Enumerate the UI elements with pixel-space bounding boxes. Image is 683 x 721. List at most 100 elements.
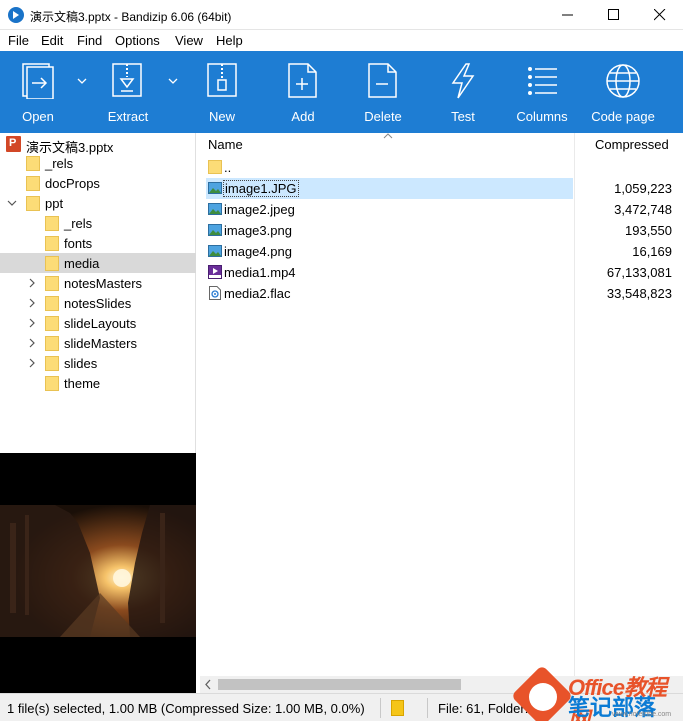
- columns-button[interactable]: Columns: [510, 51, 574, 133]
- image-icon: [208, 203, 222, 215]
- chevron-down-icon[interactable]: [7, 198, 17, 208]
- minimize-button[interactable]: [545, 0, 591, 30]
- table-row[interactable]: image1.JPG 1,059,223: [206, 178, 672, 199]
- file-name: image3.png: [224, 223, 292, 238]
- file-compressed-size: 1,059,223: [614, 181, 672, 196]
- powerpoint-file-icon: P: [6, 136, 21, 152]
- folder-icon: [45, 236, 59, 251]
- table-row[interactable]: media1.mp4 67,133,081: [206, 262, 672, 283]
- archive-icon: [391, 700, 404, 716]
- file-compressed-size: 3,472,748: [614, 202, 672, 217]
- folder-icon: [45, 336, 59, 351]
- add-button[interactable]: Add: [271, 51, 335, 133]
- open-icon: [22, 63, 54, 99]
- code-page-button[interactable]: Code page: [586, 51, 660, 133]
- file-name: media1.mp4: [224, 265, 296, 280]
- lightning-icon: [451, 63, 475, 99]
- maximize-button[interactable]: [591, 0, 637, 30]
- folder-icon: [26, 176, 40, 191]
- tree-item-ppt-rels[interactable]: _rels: [0, 213, 196, 233]
- list-item-parent-folder[interactable]: ..: [206, 157, 672, 178]
- menu-file[interactable]: File: [8, 33, 29, 48]
- folder-icon: [26, 196, 40, 211]
- menu-options[interactable]: Options: [115, 33, 160, 48]
- audio-icon: [209, 286, 221, 300]
- table-row[interactable]: image4.png 16,169: [206, 241, 672, 262]
- chevron-right-icon[interactable]: [27, 278, 37, 288]
- file-compressed-size: 33,548,823: [606, 286, 672, 301]
- open-button[interactable]: Open: [6, 51, 70, 133]
- tree-item-notesslides[interactable]: notesSlides: [0, 293, 196, 313]
- close-button[interactable]: [637, 0, 683, 30]
- scrollbar-thumb[interactable]: [218, 679, 461, 690]
- status-divider: [427, 698, 428, 718]
- tree-item-media[interactable]: media: [0, 253, 196, 273]
- columns-list-icon: [528, 67, 557, 95]
- table-row[interactable]: media2.flac 33,548,823: [206, 283, 672, 304]
- chevron-right-icon[interactable]: [27, 318, 37, 328]
- tree-item-label: fonts: [64, 236, 93, 251]
- tree-item-docprops[interactable]: docProps: [0, 173, 196, 193]
- file-name: image2.jpeg: [224, 202, 295, 217]
- tree-item-rels[interactable]: _rels: [0, 153, 196, 173]
- tree-item-label: docProps: [45, 176, 100, 191]
- tree-item-theme[interactable]: theme: [0, 373, 196, 393]
- tree-item-label: ppt: [45, 196, 64, 211]
- tree-root[interactable]: P 演示文稿3.pptx: [0, 134, 196, 155]
- menu-bar: File Edit Find Options View Help: [0, 30, 683, 51]
- folder-icon: [45, 296, 59, 311]
- bandizip-app-icon: [8, 7, 24, 23]
- code-page-label: Code page: [591, 109, 655, 124]
- toolbar: Open Extract New Add Delete Test Columns…: [0, 51, 683, 133]
- tree-item-slidemasters[interactable]: slideMasters: [0, 333, 196, 353]
- file-name: image4.png: [224, 244, 292, 259]
- tree-item-fonts[interactable]: fonts: [0, 233, 196, 253]
- test-label: Test: [451, 109, 475, 124]
- image-icon: [208, 182, 222, 194]
- extract-dropdown-chevron-icon[interactable]: [167, 75, 179, 87]
- add-file-icon: [288, 63, 317, 98]
- menu-edit[interactable]: Edit: [41, 33, 63, 48]
- file-list: Name Compressed .. image1.JPG 1,059,223 …: [200, 133, 683, 676]
- folder-icon: [45, 256, 59, 271]
- sort-ascending-icon: [383, 133, 393, 139]
- tree-item-label: slides: [64, 356, 98, 371]
- folder-icon: [45, 316, 59, 331]
- extract-button[interactable]: Extract: [96, 51, 160, 133]
- folder-icon: [45, 216, 59, 231]
- chevron-right-icon[interactable]: [27, 358, 37, 368]
- tree-item-label: slideLayouts: [64, 316, 137, 331]
- folder-tree: P 演示文稿3.pptx _rels docProps ppt _rels fo…: [0, 133, 196, 453]
- column-header-name[interactable]: Name: [208, 137, 243, 159]
- folder-icon: [45, 276, 59, 291]
- column-header-compressed[interactable]: Compressed: [595, 137, 669, 159]
- window-title: 演示文稿3.pptx - Bandizip 6.06 (64bit): [30, 10, 232, 24]
- menu-find[interactable]: Find: [77, 33, 102, 48]
- new-button[interactable]: New: [190, 51, 254, 133]
- menu-view[interactable]: View: [175, 33, 203, 48]
- tree-item-ppt[interactable]: ppt: [0, 193, 196, 213]
- chevron-right-icon[interactable]: [27, 338, 37, 348]
- new-label: New: [208, 109, 235, 124]
- tree-item-notesmasters[interactable]: notesMasters: [0, 273, 196, 293]
- file-name: media2.flac: [224, 286, 291, 301]
- delete-button[interactable]: Delete: [351, 51, 415, 133]
- tree-item-label: media: [64, 256, 100, 271]
- tree-item-label: notesMasters: [64, 276, 143, 291]
- add-label: Add: [291, 109, 315, 124]
- chevron-right-icon[interactable]: [27, 298, 37, 308]
- menu-help[interactable]: Help: [216, 33, 243, 48]
- folder-icon: [45, 356, 59, 371]
- street-sunset-photo: [0, 453, 196, 693]
- tree-item-label: _rels: [45, 156, 74, 171]
- globe-icon: [606, 64, 640, 98]
- table-row[interactable]: image3.png 193,550: [206, 220, 672, 241]
- test-button[interactable]: Test: [431, 51, 495, 133]
- extract-label: Extract: [107, 109, 149, 124]
- tree-item-slides[interactable]: slides: [0, 353, 196, 373]
- tree-item-slidelayouts[interactable]: slideLayouts: [0, 313, 196, 333]
- open-dropdown-chevron-icon[interactable]: [76, 75, 88, 87]
- scroll-left-icon[interactable]: [204, 679, 212, 690]
- extract-icon: [112, 63, 142, 97]
- table-row[interactable]: image2.jpeg 3,472,748: [206, 199, 672, 220]
